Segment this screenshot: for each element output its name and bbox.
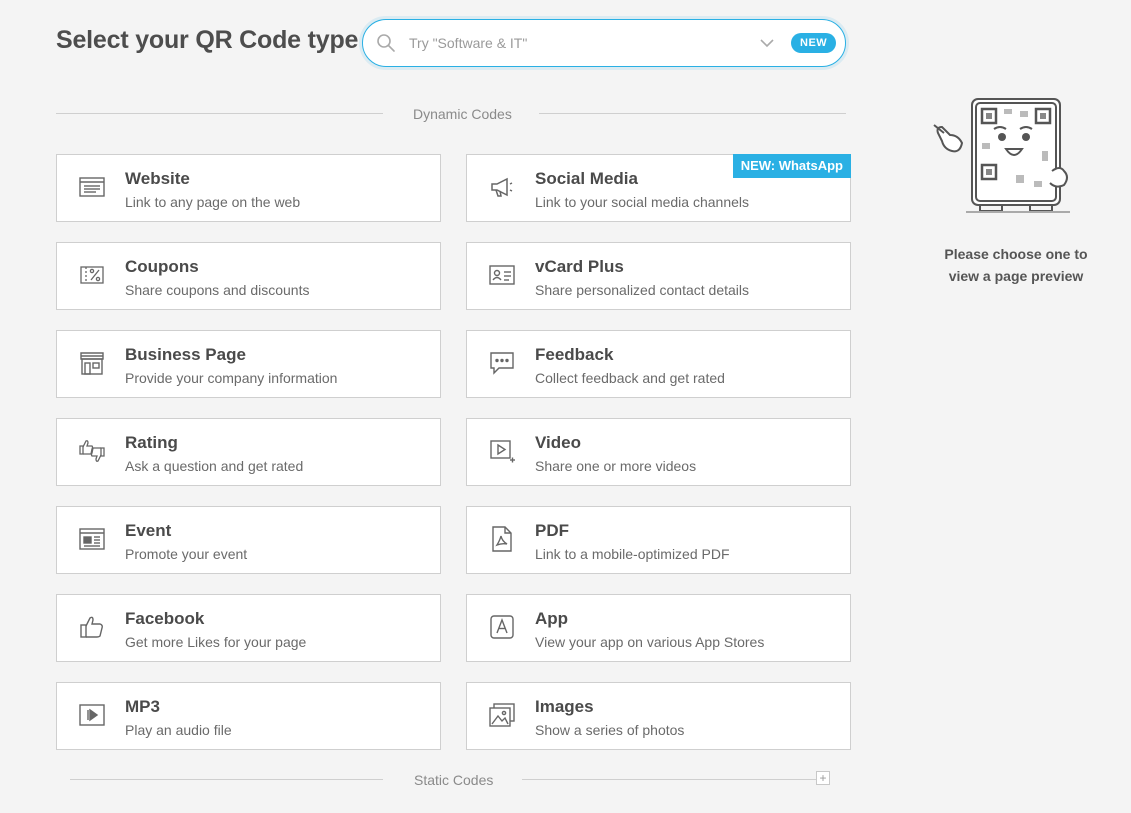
card-images[interactable]: Images Show a series of photos <box>466 682 851 750</box>
card-description: Ask a question and get rated <box>125 458 304 474</box>
contact-card-icon <box>488 261 516 289</box>
card-description: Get more Likes for your page <box>125 634 307 650</box>
card-event[interactable]: Event Promote your event <box>56 506 441 574</box>
card-description: Link to your social media channels <box>535 194 750 210</box>
page-title: Select your QR Code type <box>56 26 359 54</box>
audio-play-icon <box>78 701 106 729</box>
thumbs-up-down-icon <box>78 437 106 465</box>
expand-static-codes-button[interactable]: + <box>816 771 830 785</box>
card-title: Website <box>125 169 190 188</box>
chat-bubble-icon <box>488 349 516 377</box>
search-icon <box>376 33 396 53</box>
card-description: Share one or more videos <box>535 458 697 474</box>
divider-line <box>539 113 846 114</box>
divider-line <box>56 113 383 114</box>
card-title: Rating <box>125 433 178 452</box>
card-video[interactable]: Video Share one or more videos <box>466 418 851 486</box>
video-play-icon <box>488 437 516 465</box>
images-icon <box>488 701 516 729</box>
divider-line <box>522 779 816 780</box>
card-social-media[interactable]: Social Media Link to your social media c… <box>466 154 851 222</box>
website-icon <box>78 173 106 201</box>
like-icon <box>78 613 106 641</box>
card-title: Feedback <box>535 345 614 364</box>
card-rating[interactable]: Rating Ask a question and get rated <box>56 418 441 486</box>
card-description: View your app on various App Stores <box>535 634 765 650</box>
card-feedback[interactable]: Feedback Collect feedback and get rated <box>466 330 851 398</box>
pdf-icon <box>488 525 516 553</box>
card-description: Share personalized contact details <box>535 282 750 298</box>
card-title: Facebook <box>125 609 205 628</box>
coupon-icon <box>78 261 106 289</box>
card-title: Event <box>125 521 172 540</box>
card-title: vCard Plus <box>535 257 624 276</box>
card-description: Provide your company information <box>125 370 338 386</box>
card-description: Link to any page on the web <box>125 194 301 210</box>
new-feature-ribbon: NEW: WhatsApp <box>732 154 851 178</box>
qr-mascot-illustration <box>930 95 1075 215</box>
card-description: Promote your event <box>125 546 248 562</box>
card-description: Play an audio file <box>125 722 232 738</box>
storefront-icon <box>78 349 106 377</box>
section-label-dynamic: Dynamic Codes <box>413 106 512 122</box>
card-mp3[interactable]: MP3 Play an audio file <box>56 682 441 750</box>
card-coupons[interactable]: Coupons Share coupons and discounts <box>56 242 441 310</box>
card-app[interactable]: App View your app on various App Stores <box>466 594 851 662</box>
app-store-icon <box>488 613 516 641</box>
card-pdf[interactable]: PDF Link to a mobile-optimized PDF <box>466 506 851 574</box>
card-title: PDF <box>535 521 569 540</box>
search-input[interactable] <box>409 32 739 54</box>
qr-type-search[interactable]: NEW <box>362 19 846 67</box>
card-description: Collect feedback and get rated <box>535 370 725 386</box>
chevron-down-icon[interactable] <box>759 37 775 49</box>
card-title: Coupons <box>125 257 199 276</box>
card-title: Images <box>535 697 594 716</box>
card-business-page[interactable]: Business Page Provide your company infor… <box>56 330 441 398</box>
section-label-static: Static Codes <box>414 772 494 788</box>
card-title: Social Media <box>535 169 638 188</box>
card-description: Share coupons and discounts <box>125 282 310 298</box>
card-title: App <box>535 609 569 628</box>
card-title: Business Page <box>125 345 246 364</box>
card-title: Video <box>535 433 581 452</box>
divider-line <box>70 779 383 780</box>
event-icon <box>78 525 106 553</box>
megaphone-icon <box>488 173 516 201</box>
card-facebook[interactable]: Facebook Get more Likes for your page <box>56 594 441 662</box>
card-title: MP3 <box>125 697 160 716</box>
card-description: Link to a mobile-optimized PDF <box>535 546 730 562</box>
card-description: Show a series of photos <box>535 722 685 738</box>
preview-hint: Please choose one to view a page preview <box>944 246 1088 284</box>
card-website[interactable]: Website Link to any page on the web <box>56 154 441 222</box>
new-badge: NEW <box>791 33 837 53</box>
card-vcard-plus[interactable]: vCard Plus Share personalized contact de… <box>466 242 851 310</box>
